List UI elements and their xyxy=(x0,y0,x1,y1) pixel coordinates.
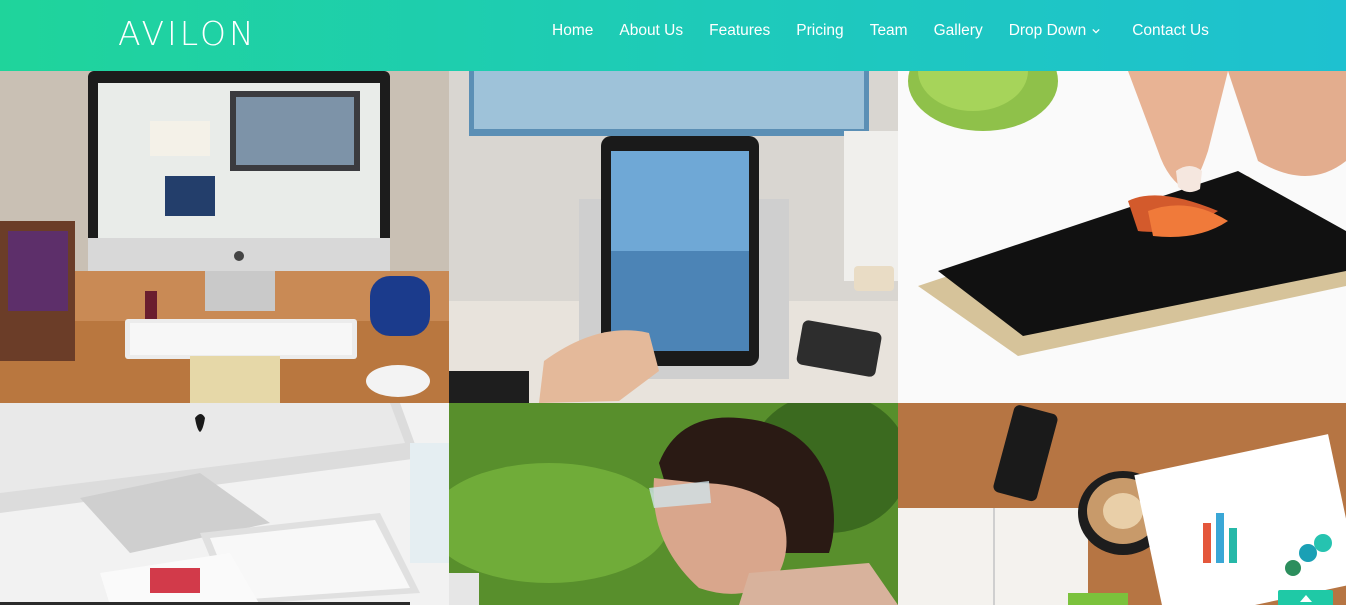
iphone-image xyxy=(898,71,1346,403)
imac-desk-image xyxy=(0,71,449,403)
gallery-photo-ipad[interactable] xyxy=(449,71,898,403)
gallery-photo-phone-coffee[interactable] xyxy=(898,403,1346,605)
woman-image xyxy=(449,403,898,605)
imac-keyboard-image xyxy=(0,403,449,605)
nav-menu: Home About Us Features Pricing Team Gall… xyxy=(552,22,1209,40)
navbar: AVILON Home About Us Features Pricing Te… xyxy=(0,0,1346,71)
brand-logo[interactable]: AVILON xyxy=(118,14,257,53)
gallery-grid xyxy=(0,71,1346,605)
gallery-photo-imac-desk[interactable] xyxy=(0,71,449,403)
nav-item-about-us[interactable]: About Us xyxy=(619,22,683,40)
nav-item-team[interactable]: Team xyxy=(870,22,908,40)
ipad-image xyxy=(449,71,898,403)
nav-item-home[interactable]: Home xyxy=(552,22,593,40)
gallery-photo-iphone[interactable] xyxy=(898,71,1346,403)
scroll-top-button[interactable] xyxy=(1278,590,1333,605)
chevron-up-icon xyxy=(1299,595,1312,602)
nav-item-drop-down[interactable]: Drop Down xyxy=(1009,22,1101,40)
nav-item-contact-us[interactable]: Contact Us xyxy=(1132,22,1209,40)
nav-item-features[interactable]: Features xyxy=(709,22,770,40)
phone-coffee-image xyxy=(898,403,1346,605)
nav-item-drop-down-label: Drop Down xyxy=(1008,22,1087,39)
chevron-down-icon xyxy=(1092,28,1100,34)
nav-item-gallery[interactable]: Gallery xyxy=(934,22,983,40)
gallery-photo-woman[interactable] xyxy=(449,403,898,605)
gallery-photo-imac-keyboard[interactable] xyxy=(0,403,449,605)
nav-item-pricing[interactable]: Pricing xyxy=(796,22,843,40)
